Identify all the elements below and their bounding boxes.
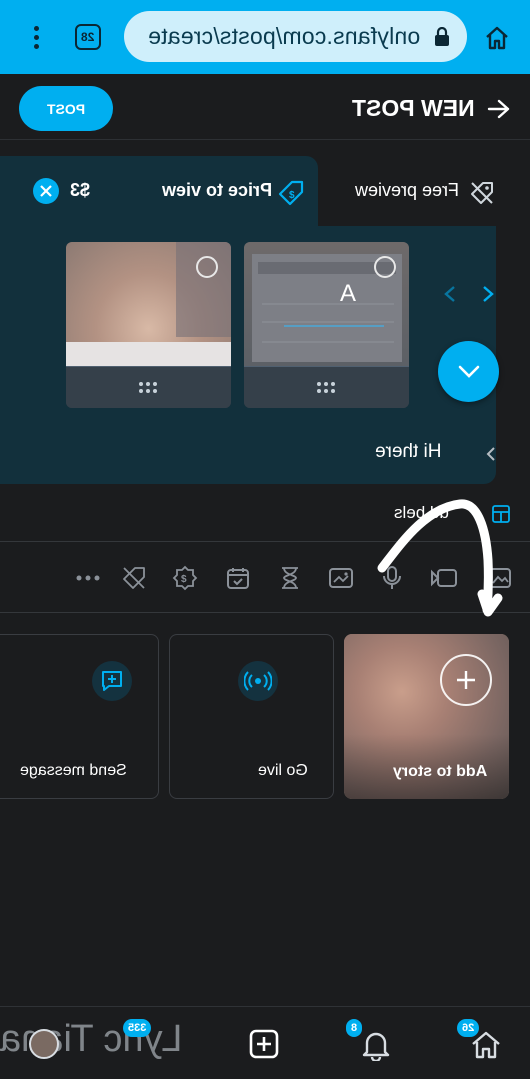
tab-free-preview[interactable]: Free preview xyxy=(355,180,459,201)
avatar[interactable] xyxy=(29,1029,59,1059)
add-to-story-card[interactable]: Add to story xyxy=(344,634,509,799)
scribble-annotation-icon xyxy=(377,499,503,617)
calendar-icon[interactable] xyxy=(224,564,252,592)
send-message-card[interactable]: Send message xyxy=(0,634,159,799)
media-thumbnail[interactable] xyxy=(66,242,231,408)
back-arrow-icon[interactable] xyxy=(486,96,512,122)
notifications-badge: 8 xyxy=(346,1019,363,1037)
messages-badge: 335 xyxy=(123,1019,152,1037)
home-icon[interactable] xyxy=(481,22,513,54)
free-preview-tag-icon[interactable] xyxy=(467,178,497,208)
home-badge: 26 xyxy=(457,1019,480,1037)
tab-switcher-button[interactable]: 28 xyxy=(75,24,101,50)
go-live-label: Go live xyxy=(258,762,308,779)
thumbnail-overlay-text: A xyxy=(340,280,357,307)
tab-price-to-view[interactable]: Price to view xyxy=(162,180,272,201)
add-story-plus-icon[interactable] xyxy=(440,654,492,706)
notifications-bell-icon[interactable] xyxy=(356,1028,396,1062)
new-post-nav-icon[interactable] xyxy=(246,1026,282,1062)
caption-chevron-icon[interactable] xyxy=(482,443,500,465)
url-text: onlyfans.com/posts/create xyxy=(148,23,421,49)
next-arrow-icon[interactable] xyxy=(478,282,498,306)
drag-handle-icon[interactable] xyxy=(244,366,409,408)
select-circle-icon[interactable] xyxy=(374,256,396,278)
gallery-icon[interactable] xyxy=(327,564,355,592)
browser-toolbar: onlyfans.com/posts/create 28 xyxy=(0,0,530,74)
page-title: NEW POST xyxy=(352,95,475,121)
tip-badge-icon[interactable]: $ xyxy=(171,564,199,592)
media-thumbnail[interactable]: A xyxy=(244,242,409,408)
send-message-label: Send message xyxy=(20,762,127,779)
lock-icon xyxy=(430,25,454,49)
watermark-text: Lyric Tiana xyxy=(0,1018,183,1060)
message-plus-icon xyxy=(91,661,132,701)
price-tag-icon[interactable]: $ xyxy=(275,177,307,209)
price-value: $3 xyxy=(70,180,91,200)
post-button[interactable]: POST xyxy=(19,86,113,131)
tag-icon[interactable] xyxy=(120,564,148,592)
select-circle-icon[interactable] xyxy=(196,256,218,278)
drag-handle-icon[interactable] xyxy=(66,366,231,408)
go-live-card[interactable]: Go live xyxy=(169,634,334,799)
more-options-icon[interactable] xyxy=(74,564,102,592)
svg-text:$: $ xyxy=(181,574,187,585)
caption-text[interactable]: Hi there xyxy=(375,441,442,463)
hourglass-icon[interactable] xyxy=(276,564,304,592)
app-root: onlyfans.com/posts/create 28 NEW POST PO… xyxy=(0,0,530,1079)
add-to-story-label: Add to story xyxy=(392,763,487,780)
scroll-down-button[interactable] xyxy=(438,341,499,402)
svg-text:$: $ xyxy=(289,190,295,201)
prev-arrow-icon[interactable] xyxy=(440,282,460,306)
clear-price-icon[interactable] xyxy=(33,178,59,204)
broadcast-icon xyxy=(237,661,278,701)
browser-menu-icon[interactable] xyxy=(28,22,44,52)
